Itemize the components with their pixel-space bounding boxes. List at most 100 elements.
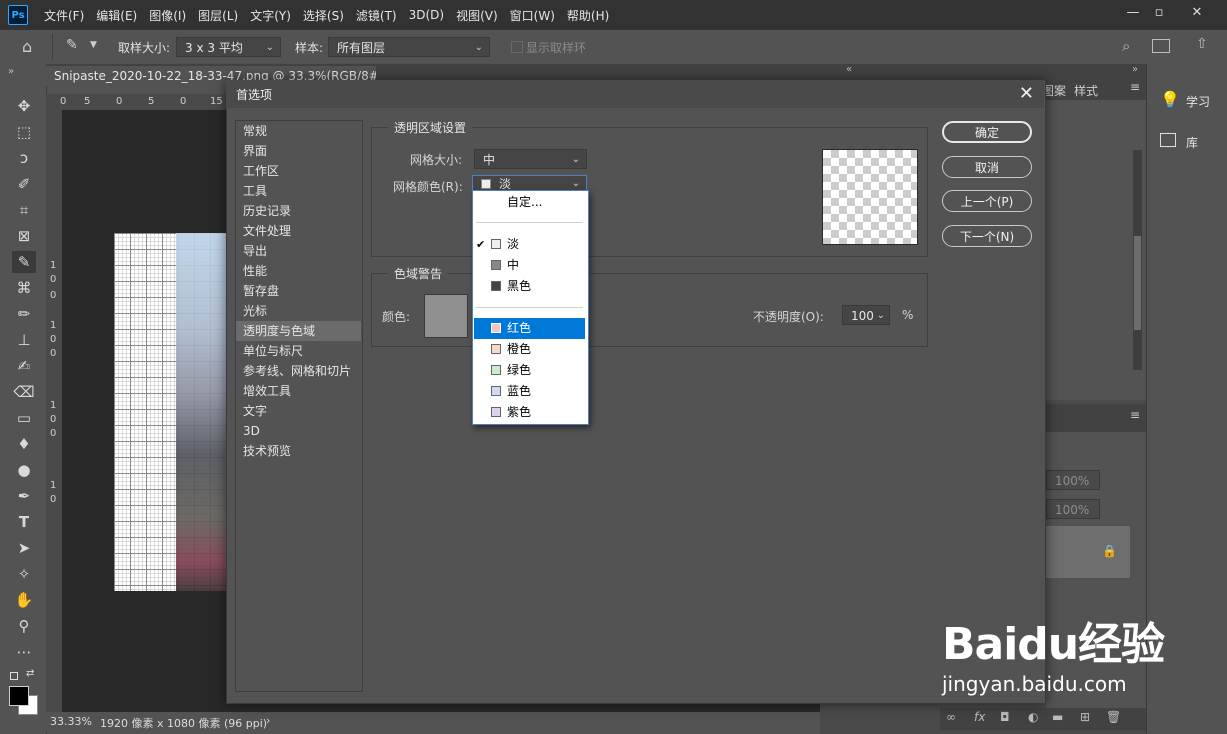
panel-menu-icon[interactable]: ≡ — [1130, 80, 1140, 94]
mask-icon[interactable]: ◘ — [1000, 710, 1010, 724]
blur-tool-icon[interactable]: ♦ — [12, 433, 36, 455]
learn-label[interactable]: 学习 — [1186, 93, 1210, 110]
expand-icon[interactable]: » — [1132, 64, 1138, 75]
ok-button[interactable]: 确定 — [942, 121, 1032, 143]
collapse-icon[interactable]: » — [8, 66, 14, 77]
category-units[interactable]: 单位与标尺 — [243, 341, 303, 361]
marquee-tool-icon[interactable]: ⬚ — [12, 121, 36, 143]
menu-help[interactable]: 帮助(H) — [561, 7, 615, 24]
path-select-icon[interactable]: ➤ — [12, 537, 36, 559]
sample-select[interactable]: 所有图层 ⌄ — [328, 37, 490, 57]
layer-row[interactable]: 🔒 — [1046, 526, 1130, 578]
pen-tool-icon[interactable]: ✒ — [12, 485, 36, 507]
menu-filter[interactable]: 滤镜(T) — [350, 7, 403, 24]
option-light[interactable]: ✔ 淡 — [474, 234, 585, 255]
prev-button[interactable]: 上一个(P) — [942, 190, 1032, 212]
hand-tool-icon[interactable]: ✋ — [12, 589, 36, 611]
swap-colors-icon[interactable]: ⇄ — [26, 668, 34, 679]
category-tools[interactable]: 工具 — [243, 181, 267, 201]
zoom-level[interactable]: 33.33% — [50, 715, 92, 728]
scrollbar-thumb[interactable] — [1134, 236, 1141, 330]
category-cursors[interactable]: 光标 — [243, 301, 267, 321]
healing-tool-icon[interactable]: ⌘ — [12, 277, 36, 299]
quick-select-icon[interactable]: ✐ — [12, 173, 36, 195]
default-colors-icon[interactable] — [10, 672, 18, 680]
eyedropper-icon[interactable]: ✎ — [66, 37, 78, 53]
share-icon[interactable]: ⇧ — [1196, 36, 1208, 52]
category-transparency[interactable]: 透明度与色域 — [236, 321, 361, 341]
menu-image[interactable]: 图像(I) — [143, 7, 192, 24]
adjustment-icon[interactable]: ◐ — [1028, 710, 1038, 724]
category-file-handling[interactable]: 文件处理 — [243, 221, 291, 241]
category-plugins[interactable]: 增效工具 — [243, 381, 291, 401]
option-orange[interactable]: 橙色 — [474, 339, 585, 360]
grid-color-select[interactable]: 淡 ⌄ — [472, 175, 587, 191]
stamp-tool-icon[interactable]: ⊥ — [12, 329, 36, 351]
opacity-field[interactable]: 100% — [1046, 470, 1100, 490]
category-general[interactable]: 常规 — [243, 121, 267, 141]
option-medium[interactable]: 中 — [474, 255, 585, 276]
chevron-right-icon[interactable]: › — [266, 714, 270, 727]
fx-icon[interactable]: fx — [974, 710, 985, 724]
frame-tool-icon[interactable]: ⊠ — [12, 225, 36, 247]
history-brush-icon[interactable]: ✍ — [12, 355, 36, 377]
menu-edit[interactable]: 编辑(E) — [90, 7, 143, 24]
menu-3d[interactable]: 3D(D) — [403, 8, 450, 22]
brush-tool-icon[interactable]: ✏ — [12, 303, 36, 325]
crop-tool-icon[interactable]: ⌗ — [12, 199, 36, 221]
grid-size-select[interactable]: 中 ⌄ — [474, 149, 587, 169]
category-type[interactable]: 文字 — [243, 401, 267, 421]
option-dark[interactable]: 黑色 — [474, 276, 585, 297]
cancel-button[interactable]: 取消 — [942, 156, 1032, 178]
opacity-input[interactable]: 100 ⌄ — [842, 305, 890, 325]
gamut-color-swatch[interactable] — [424, 294, 468, 338]
category-workspace[interactable]: 工作区 — [243, 161, 279, 181]
library-label[interactable]: 库 — [1186, 134, 1198, 151]
show-ring-checkbox[interactable] — [511, 41, 523, 53]
gradient-tool-icon[interactable]: ▭ — [12, 407, 36, 429]
fill-field[interactable]: 100% — [1046, 499, 1100, 519]
collapse-icon[interactable]: « — [846, 64, 852, 75]
menu-window[interactable]: 窗口(W) — [504, 7, 561, 24]
folder-icon[interactable]: ▬ — [1052, 710, 1063, 724]
option-red[interactable]: 红色 — [474, 318, 585, 339]
shape-tool-icon[interactable]: ✧ — [12, 563, 36, 585]
foreground-color-swatch[interactable] — [9, 686, 29, 706]
menu-type[interactable]: 文字(Y) — [244, 7, 297, 24]
option-green[interactable]: 绿色 — [474, 360, 585, 381]
more-tools-icon[interactable]: ⋯ — [12, 641, 36, 663]
chevron-down-icon[interactable]: ▼ — [90, 40, 97, 50]
workspace-icon[interactable] — [1152, 39, 1170, 53]
new-layer-icon[interactable]: ⊞ — [1080, 710, 1090, 724]
sample-size-select[interactable]: 3 x 3 平均 ⌄ — [176, 37, 281, 57]
menu-file[interactable]: 文件(F) — [38, 7, 90, 24]
zoom-tool-icon[interactable]: ⚲ — [12, 615, 36, 637]
panel-menu-icon[interactable]: ≡ — [1130, 408, 1140, 422]
scrollbar[interactable] — [1133, 150, 1142, 370]
menu-layer[interactable]: 图层(L) — [192, 7, 244, 24]
type-tool-icon[interactable]: T — [12, 511, 36, 533]
dodge-tool-icon[interactable]: ● — [12, 459, 36, 481]
category-guides[interactable]: 参考线、网格和切片 — [243, 361, 351, 381]
option-custom[interactable]: 自定... — [474, 192, 585, 213]
category-interface[interactable]: 界面 — [243, 141, 267, 161]
category-3d[interactable]: 3D — [243, 421, 260, 441]
option-purple[interactable]: 紫色 — [474, 402, 585, 423]
tab-styles[interactable]: 样式 — [1074, 82, 1098, 99]
move-tool-icon[interactable]: ✥ — [12, 95, 36, 117]
option-blue[interactable]: 蓝色 — [474, 381, 585, 402]
category-tech-preview[interactable]: 技术预览 — [243, 441, 291, 461]
search-icon[interactable]: ⌕ — [1122, 37, 1130, 55]
category-export[interactable]: 导出 — [243, 241, 267, 261]
close-icon[interactable]: ✕ — [1019, 83, 1034, 104]
close-icon[interactable]: ✕ — [1180, 0, 1214, 24]
menu-select[interactable]: 选择(S) — [297, 7, 350, 24]
lasso-tool-icon[interactable]: ↄ — [12, 147, 36, 169]
eyedropper-tool-icon[interactable]: ✎ — [12, 251, 36, 273]
category-scratch-disks[interactable]: 暂存盘 — [243, 281, 279, 301]
eraser-tool-icon[interactable]: ⌫ — [12, 381, 36, 403]
category-performance[interactable]: 性能 — [243, 261, 267, 281]
link-icon[interactable]: ∞ — [946, 710, 956, 724]
category-history[interactable]: 历史记录 — [243, 201, 291, 221]
home-icon[interactable]: ⌂ — [22, 37, 32, 56]
